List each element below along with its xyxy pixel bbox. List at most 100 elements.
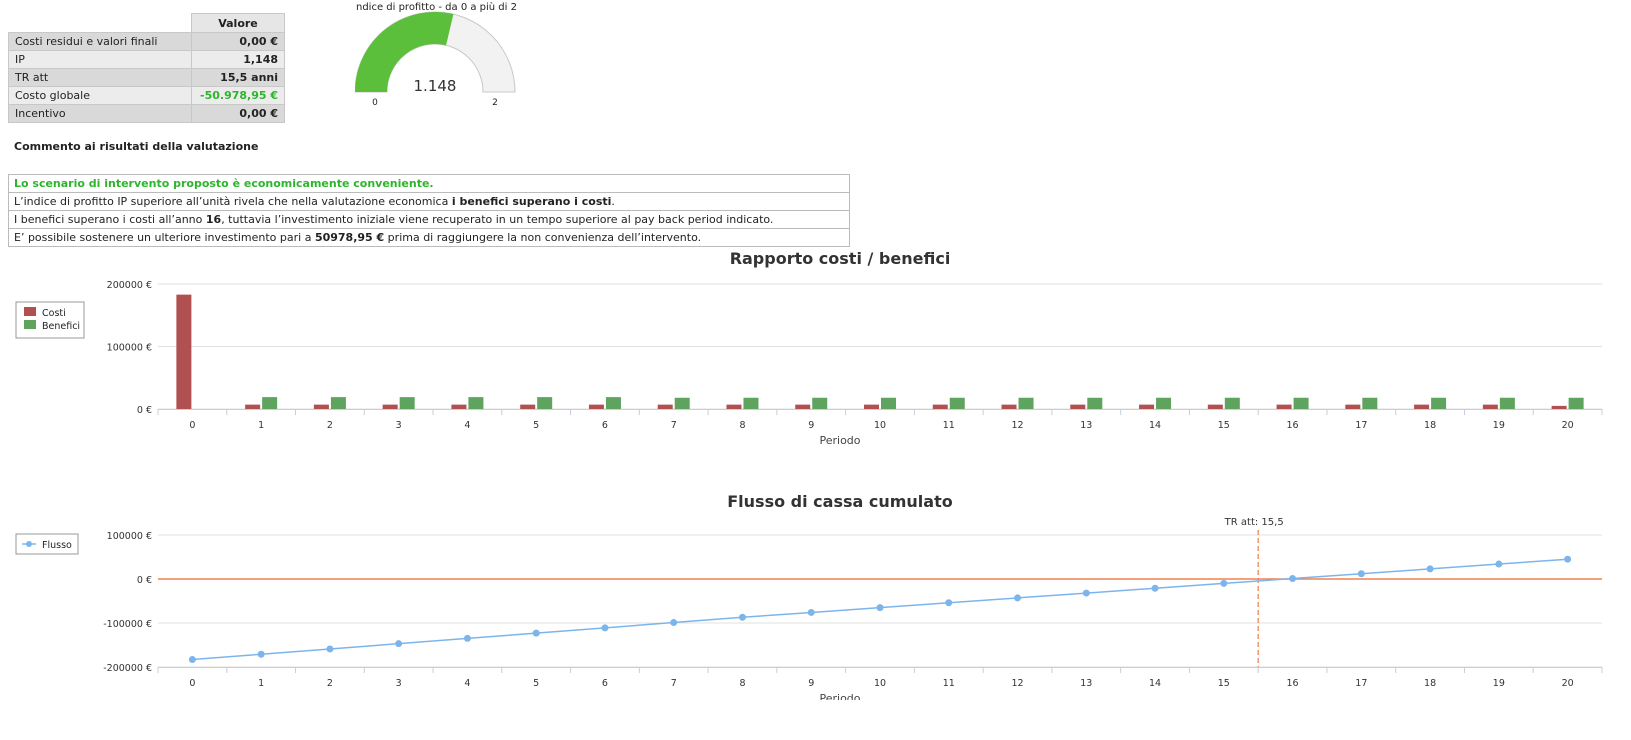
bar-costi: [1414, 404, 1430, 409]
y-tick-label: 200000 €: [107, 280, 152, 291]
bar-benefici: [949, 397, 965, 409]
x-tick-label: 1: [258, 420, 264, 431]
gauge-min-label: 0: [372, 98, 378, 108]
comment-text: prima di raggiungere la non convenienza …: [384, 231, 702, 244]
x-tick-label: 18: [1424, 678, 1436, 689]
x-tick-label: 20: [1562, 678, 1574, 689]
gauge-title: Indice di profitto - da 0 a più di 2: [355, 1, 517, 13]
x-tick-label: 5: [533, 678, 539, 689]
x-tick-label: 12: [1011, 420, 1023, 431]
legend-swatch: [24, 307, 36, 316]
x-tick-label: 2: [327, 678, 333, 689]
data-point-flusso: [326, 645, 334, 653]
bar-benefici: [1224, 397, 1240, 409]
x-tick-label: 6: [602, 420, 608, 431]
bar-costi: [176, 294, 192, 409]
comment-text: E’ possibile sostenere un ulteriore inve…: [14, 231, 315, 244]
bar-costi: [313, 404, 329, 409]
gauge-max-label: 2: [492, 98, 498, 108]
gauge-value: 1.148: [414, 77, 457, 95]
y-tick-label: 100000 €: [107, 343, 152, 354]
chart-legend: Costi Benefici: [15, 301, 85, 339]
comment-emphasis: i benefici superano i costi: [451, 195, 612, 208]
x-tick-label: 12: [1011, 678, 1023, 689]
bar-costi: [1551, 405, 1567, 409]
comment-line-investment: E’ possibile sostenere un ulteriore inve…: [8, 228, 850, 247]
data-point-flusso: [532, 629, 540, 637]
legend-swatch: [24, 320, 36, 329]
summary-value: 0,00 €: [191, 104, 285, 123]
bar-costi: [1345, 404, 1361, 409]
data-point-flusso: [807, 608, 815, 616]
comment-line-year: I benefici superano i costi all’anno 16,…: [8, 210, 850, 229]
data-point-flusso: [395, 640, 403, 648]
data-point-flusso: [1564, 555, 1572, 563]
bar-benefici: [1293, 397, 1309, 409]
summary-value: 15,5 anni: [191, 68, 285, 87]
data-point-flusso: [1220, 579, 1228, 587]
x-tick-label: 19: [1493, 420, 1505, 431]
x-tick-label: 17: [1355, 420, 1367, 431]
x-tick-label: 15: [1218, 678, 1230, 689]
x-tick-label: 0: [189, 420, 195, 431]
x-tick-label: 17: [1355, 678, 1367, 689]
table-row: Costi residui e valori finali 0,00 €: [8, 32, 285, 51]
x-tick-label: 8: [739, 678, 745, 689]
data-point-flusso: [188, 656, 196, 664]
y-tick-label: 0 €: [137, 575, 152, 586]
legend-label: Benefici: [42, 321, 80, 332]
data-point-flusso: [1151, 584, 1159, 592]
comment-line-ip: L’indice di profitto IP superiore all’un…: [8, 192, 850, 211]
data-point-flusso: [670, 619, 678, 627]
table-row: Incentivo 0,00 €: [8, 104, 285, 123]
summary-value: 1,148: [191, 50, 285, 69]
data-point-flusso: [1014, 594, 1022, 602]
bar-benefici: [1568, 397, 1584, 409]
table-row: Costo globale -50.978,95 €: [8, 86, 285, 105]
cost-benefit-bar-chart: Rapporto costi / benefici 0 € 100000 € 2000…: [15, 250, 1603, 447]
x-tick-label: 13: [1080, 420, 1092, 431]
comment-verdict: Lo scenario di intervento proposto è eco…: [8, 174, 850, 193]
table-row: E’ possibile sostenere un ulteriore inve…: [8, 228, 850, 247]
summary-label: TR att: [8, 68, 192, 87]
summary-value: 0,00 €: [191, 32, 285, 51]
summary-label: IP: [8, 50, 192, 69]
bar-costi: [795, 404, 811, 409]
chart-title: Rapporto costi / benefici: [730, 250, 951, 268]
table-row: IP 1,148: [8, 50, 285, 69]
profit-index-gauge: Indice di profitto - da 0 a più di 2 1.1…: [355, 1, 517, 108]
x-tick-label: 0: [189, 678, 195, 689]
y-tick-label: -200000 €: [103, 663, 152, 674]
data-point-flusso: [1495, 560, 1503, 568]
bar-costi: [726, 404, 742, 409]
chart-legend: Flusso: [15, 533, 79, 555]
bar-costi: [657, 404, 673, 409]
bar-costi: [1276, 404, 1292, 409]
x-tick-label: 16: [1287, 678, 1299, 689]
x-tick-label: 4: [464, 678, 470, 689]
bar-costi: [864, 404, 879, 409]
summary-label: Costi residui e valori finali: [8, 32, 192, 51]
bar-benefici: [1087, 397, 1103, 409]
data-point-flusso: [1082, 589, 1090, 597]
y-tick-label: 0 €: [137, 405, 152, 416]
bar-benefici: [537, 397, 553, 409]
summary-table: Valore Costi residui e valori finali 0,0…: [8, 13, 285, 123]
table-row: TR att 15,5 anni: [8, 68, 285, 87]
bar-benefici: [812, 397, 828, 409]
bar-benefici: [262, 397, 278, 409]
x-tick-label: 11: [943, 678, 955, 689]
x-tick-label: 18: [1424, 420, 1436, 431]
bar-benefici: [1018, 397, 1034, 409]
comment-emphasis: 50978,95 €: [314, 231, 385, 244]
comment-table: Lo scenario di intervento proposto è eco…: [8, 174, 850, 247]
bar-benefici: [1499, 397, 1515, 409]
x-tick-label: 7: [671, 420, 677, 431]
y-tick-label: -100000 €: [103, 619, 152, 630]
bar-benefici: [468, 397, 484, 409]
x-tick-label: 16: [1287, 420, 1299, 431]
bar-benefici: [1362, 397, 1378, 409]
legend-marker: [26, 541, 32, 547]
table-row: Lo scenario di intervento proposto è eco…: [8, 174, 850, 193]
x-tick-label: 3: [396, 420, 402, 431]
